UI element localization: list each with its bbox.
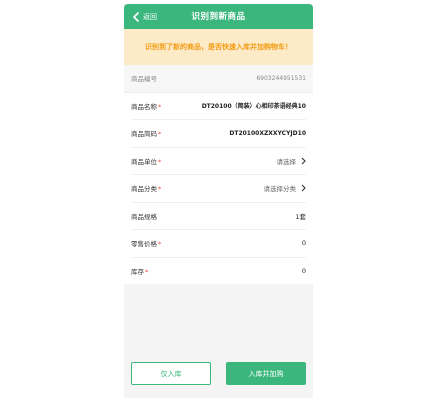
page-title: 识别到新商品 — [191, 12, 246, 22]
retail-price-row[interactable]: 零售价格* 0 — [131, 230, 306, 258]
category-label: 商品分类* — [131, 185, 162, 194]
spec-row[interactable]: 商品规格 1套 — [131, 203, 306, 230]
required-marker: * — [158, 240, 162, 249]
unit-label: 商品单位* — [131, 157, 162, 166]
product-form: 商品编号 6903244951531 商品名称* DT20100（简装）心相印茶… — [124, 65, 313, 284]
required-marker: * — [158, 185, 162, 194]
short-code-label: 商品简码* — [131, 130, 162, 139]
barcode-value: 6903244951531 — [256, 74, 306, 82]
product-name-row[interactable]: 商品名称* DT20100（简装）心相印茶语经典10 — [131, 93, 306, 120]
chevron-right-icon — [300, 184, 306, 192]
required-marker: * — [158, 157, 162, 166]
notice-banner: 识别到了新的商品，是否快速入库并加购物车！ — [124, 29, 313, 65]
product-name-label: 商品名称* — [131, 102, 162, 111]
unit-select-value: 请选择 — [276, 157, 297, 166]
unit-select[interactable]: 请选择 — [277, 156, 307, 166]
retail-price-label: 零售价格* — [131, 240, 162, 249]
phone-screen: 返回 识别到新商品 识别到了新的商品，是否快速入库并加购物车！ 商品编号 690… — [124, 4, 313, 398]
stock-only-button[interactable]: 仅入库 — [131, 362, 211, 385]
navigation-bar: 返回 识别到新商品 — [124, 4, 313, 29]
chevron-right-icon — [300, 157, 306, 165]
stock-field[interactable]: 0 — [302, 267, 306, 275]
barcode-label: 商品编号 — [131, 75, 157, 84]
stock-row[interactable]: 库存* 0 — [131, 258, 306, 285]
product-name-field[interactable]: DT20100（简装）心相印茶语经典10 — [202, 101, 306, 110]
unit-row[interactable]: 商品单位* 请选择 — [131, 148, 307, 175]
category-row[interactable]: 商品分类* 请选择分类 — [131, 175, 306, 203]
required-marker: * — [158, 102, 162, 111]
short-code-field[interactable]: DT20100XZXXYCYJD10 — [229, 130, 306, 137]
spec-field[interactable]: 1套 — [295, 211, 306, 221]
short-code-row[interactable]: 商品简码* DT20100XZXXYCYJD10 — [131, 120, 306, 148]
required-marker: * — [158, 130, 162, 139]
category-select[interactable]: 请选择分类 — [264, 183, 307, 193]
barcode-row: 商品编号 6903244951531 — [124, 65, 313, 93]
action-bar: 仅入库 入库并加购 — [124, 352, 313, 398]
stock-and-add-to-cart-button[interactable]: 入库并加购 — [226, 362, 306, 385]
required-marker: * — [145, 267, 149, 276]
spec-label: 商品规格 — [131, 212, 157, 221]
category-select-value: 请选择分类 — [263, 185, 297, 194]
retail-price-field[interactable]: 0 — [302, 239, 306, 247]
stock-label: 库存* — [131, 267, 149, 276]
